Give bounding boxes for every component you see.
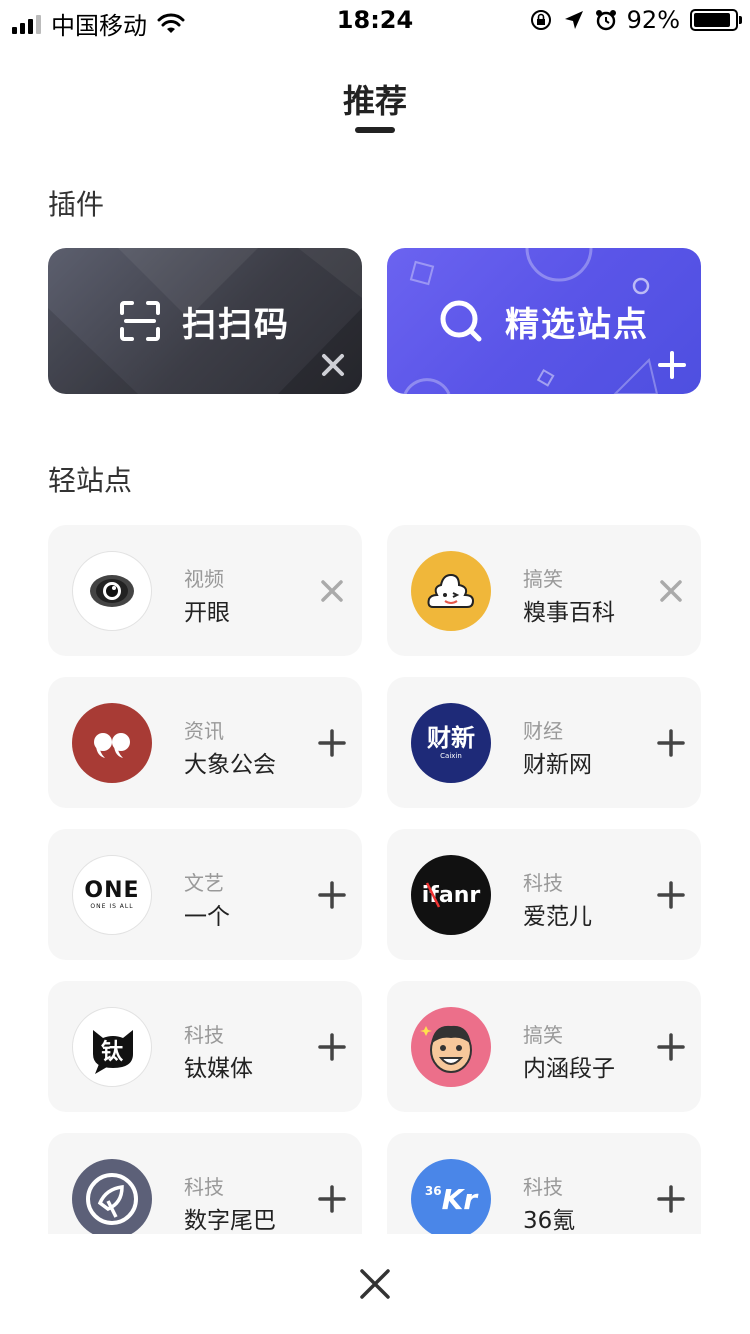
remove-icon[interactable]	[318, 577, 346, 605]
site-name: 36氪	[523, 1208, 576, 1234]
location-icon	[564, 11, 583, 29]
plugin-scan-label: 扫扫码	[182, 304, 290, 345]
battery-icon	[690, 9, 742, 31]
plus-icon[interactable]	[657, 1033, 685, 1061]
plus-icon[interactable]	[318, 729, 346, 757]
plugin-sites-content: 精选站点	[439, 297, 649, 346]
close-icon[interactable]	[359, 1268, 391, 1300]
plus-icon[interactable]	[657, 881, 685, 909]
tmtpost-logo-text: 钛	[100, 1040, 123, 1065]
ifanr-logo-icon: ifanr	[411, 855, 491, 935]
site-card-ifanr[interactable]: ifanr 科技 爱范儿	[387, 829, 701, 960]
site-name: 钛媒体	[184, 1056, 253, 1082]
site-card-qiushibaike[interactable]: 搞笑 糗事百科	[387, 525, 701, 656]
plus-icon[interactable]	[657, 350, 687, 380]
one-logo-text: ONE	[84, 878, 140, 903]
plus-icon[interactable]	[318, 881, 346, 909]
site-name: 内涵段子	[523, 1056, 615, 1082]
alarm-icon	[595, 10, 616, 31]
site-category: 财经	[523, 719, 563, 743]
site-card-caixin[interactable]: 财新 Caixin 财经 财新网	[387, 677, 701, 808]
site-category: 视频	[184, 567, 224, 591]
site-card-one[interactable]: ONE ONE IS ALL 文艺 一个	[48, 829, 362, 960]
daxiang-logo-icon	[72, 703, 152, 783]
site-name: 开眼	[184, 600, 230, 626]
one-logo-icon: ONE ONE IS ALL	[72, 855, 152, 935]
battery-percent: 92%	[626, 6, 680, 34]
plugin-scan-content: 扫扫码	[120, 297, 290, 346]
tmtpost-logo-icon: 钛	[72, 1007, 152, 1087]
site-category: 搞笑	[523, 567, 563, 591]
site-card-tmtpost[interactable]: 钛 科技 钛媒体	[48, 981, 362, 1112]
plus-icon[interactable]	[318, 1033, 346, 1061]
site-category: 搞笑	[523, 1023, 563, 1047]
rotation-lock-icon	[530, 10, 551, 30]
plugin-card-scan[interactable]: 扫扫码	[48, 248, 362, 394]
kaiyan-logo-icon	[72, 551, 152, 631]
36kr-logo-icon: 36 Kr	[411, 1159, 491, 1239]
site-name: 爱范儿	[523, 904, 592, 930]
site-name: 一个	[184, 904, 230, 930]
page-title[interactable]: 推荐	[0, 76, 750, 122]
plus-icon[interactable]	[318, 1185, 346, 1213]
site-category: 资讯	[184, 719, 224, 743]
site-card-kaiyan[interactable]: 视频 开眼	[48, 525, 362, 656]
site-name: 糗事百科	[523, 600, 615, 626]
status-bar: 中国移动 18:24 92%	[0, 0, 750, 40]
plus-icon[interactable]	[657, 729, 685, 757]
plugins-section-title: 插件	[48, 188, 105, 221]
remove-icon[interactable]	[657, 577, 685, 605]
site-category: 科技	[184, 1175, 224, 1199]
caixin-logo-subtext: Caixin	[440, 752, 462, 760]
site-category: 科技	[523, 1175, 563, 1199]
compass-icon	[440, 300, 482, 342]
status-right: 92%	[529, 6, 742, 34]
sites-section-title: 轻站点	[48, 464, 133, 497]
36kr-logo-big: Kr	[441, 1182, 478, 1216]
36kr-logo-small: 36	[424, 1184, 442, 1198]
one-logo-subtext: ONE IS ALL	[90, 903, 134, 910]
site-category: 科技	[184, 1023, 224, 1047]
plus-icon[interactable]	[657, 1185, 685, 1213]
caixin-logo-icon: 财新 Caixin	[411, 703, 491, 783]
plugin-card-featured-sites[interactable]: 精选站点	[387, 248, 701, 394]
neihan-logo-icon	[411, 1007, 491, 1087]
site-card-daxiang[interactable]: 资讯 大象公会	[48, 677, 362, 808]
site-card-neihan[interactable]: 搞笑 内涵段子	[387, 981, 701, 1112]
close-icon[interactable]	[318, 350, 348, 380]
tab-indicator	[355, 127, 395, 133]
site-category: 文艺	[184, 871, 224, 895]
site-name: 财新网	[523, 752, 592, 778]
qiushibaike-logo-icon	[411, 551, 491, 631]
dgtle-logo-icon	[72, 1159, 152, 1239]
caixin-logo-text: 财新	[427, 724, 475, 752]
site-category: 科技	[523, 871, 563, 895]
scan-icon	[120, 301, 160, 341]
site-name: 数字尾巴	[184, 1208, 276, 1234]
site-name: 大象公会	[184, 752, 276, 778]
plugin-sites-label: 精选站点	[505, 304, 649, 345]
